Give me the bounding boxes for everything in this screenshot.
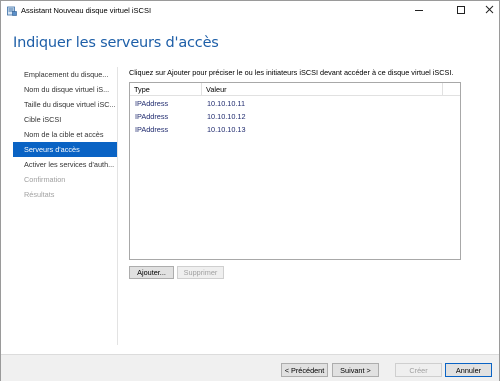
column-header-type[interactable]: Type <box>130 83 202 96</box>
list-header: Type Valeur <box>130 83 460 96</box>
close-icon <box>485 5 494 16</box>
maximize-icon <box>457 6 465 14</box>
nav-item-nom-disque[interactable]: Nom du disque virtuel iS... <box>13 82 117 97</box>
wizard-steps-nav: Emplacement du disque... Nom du disque v… <box>13 67 117 202</box>
column-header-valeur[interactable]: Valeur <box>202 83 443 96</box>
maximize-button[interactable] <box>447 1 475 19</box>
window-title: Assistant Nouveau disque virtuel iSCSI <box>21 6 152 15</box>
page-title: Indiquer les serveurs d'accès <box>13 35 219 51</box>
wizard-window: Assistant Nouveau disque virtuel iSCSI I… <box>0 0 500 381</box>
nav-item-nom-cible[interactable]: Nom de la cible et accès <box>13 127 117 142</box>
nav-divider <box>117 67 118 345</box>
remove-button: Supprimer <box>177 266 224 279</box>
nav-item-emplacement[interactable]: Emplacement du disque... <box>13 67 117 82</box>
row-value: 10.10.10.11 <box>207 99 246 108</box>
list-row[interactable]: IPAddress 10.10.10.11 <box>130 97 460 110</box>
add-button[interactable]: Ajouter... <box>129 266 174 279</box>
close-button[interactable] <box>475 1 500 19</box>
row-value: 10.10.10.12 <box>207 112 246 121</box>
row-value: 10.10.10.13 <box>207 125 246 134</box>
create-button: Créer <box>395 363 442 377</box>
instruction-text: Cliquez sur Ajouter pour préciser le ou … <box>129 68 454 77</box>
list-row[interactable]: IPAddress 10.10.10.13 <box>130 123 460 136</box>
row-type: IPAddress <box>135 99 169 108</box>
minimize-button[interactable] <box>405 1 433 19</box>
minimize-icon <box>415 9 423 11</box>
nav-item-services-auth[interactable]: Activer les services d'auth... <box>13 157 117 172</box>
list-row[interactable]: IPAddress 10.10.10.12 <box>130 110 460 123</box>
title-bar: Assistant Nouveau disque virtuel iSCSI <box>1 1 499 21</box>
nav-item-resultats: Résultats <box>24 190 55 199</box>
cancel-button[interactable]: Annuler <box>445 363 492 377</box>
initiators-list[interactable]: Type Valeur IPAddress 10.10.10.11 IPAddr… <box>129 82 461 260</box>
next-button[interactable]: Suivant > <box>332 363 379 377</box>
previous-button[interactable]: < Précédent <box>281 363 328 377</box>
nav-item-cible-iscsi[interactable]: Cible iSCSI <box>13 112 117 127</box>
nav-item-serveurs-acces[interactable]: Serveurs d'accès <box>13 142 117 157</box>
row-type: IPAddress <box>135 125 169 134</box>
nav-item-confirmation: Confirmation <box>24 175 66 184</box>
wizard-footer: < Précédent Suivant > Créer Annuler <box>1 354 499 381</box>
row-type: IPAddress <box>135 112 169 121</box>
server-disk-icon <box>7 6 17 16</box>
nav-item-taille-disque[interactable]: Taille du disque virtuel iSC... <box>13 97 117 112</box>
